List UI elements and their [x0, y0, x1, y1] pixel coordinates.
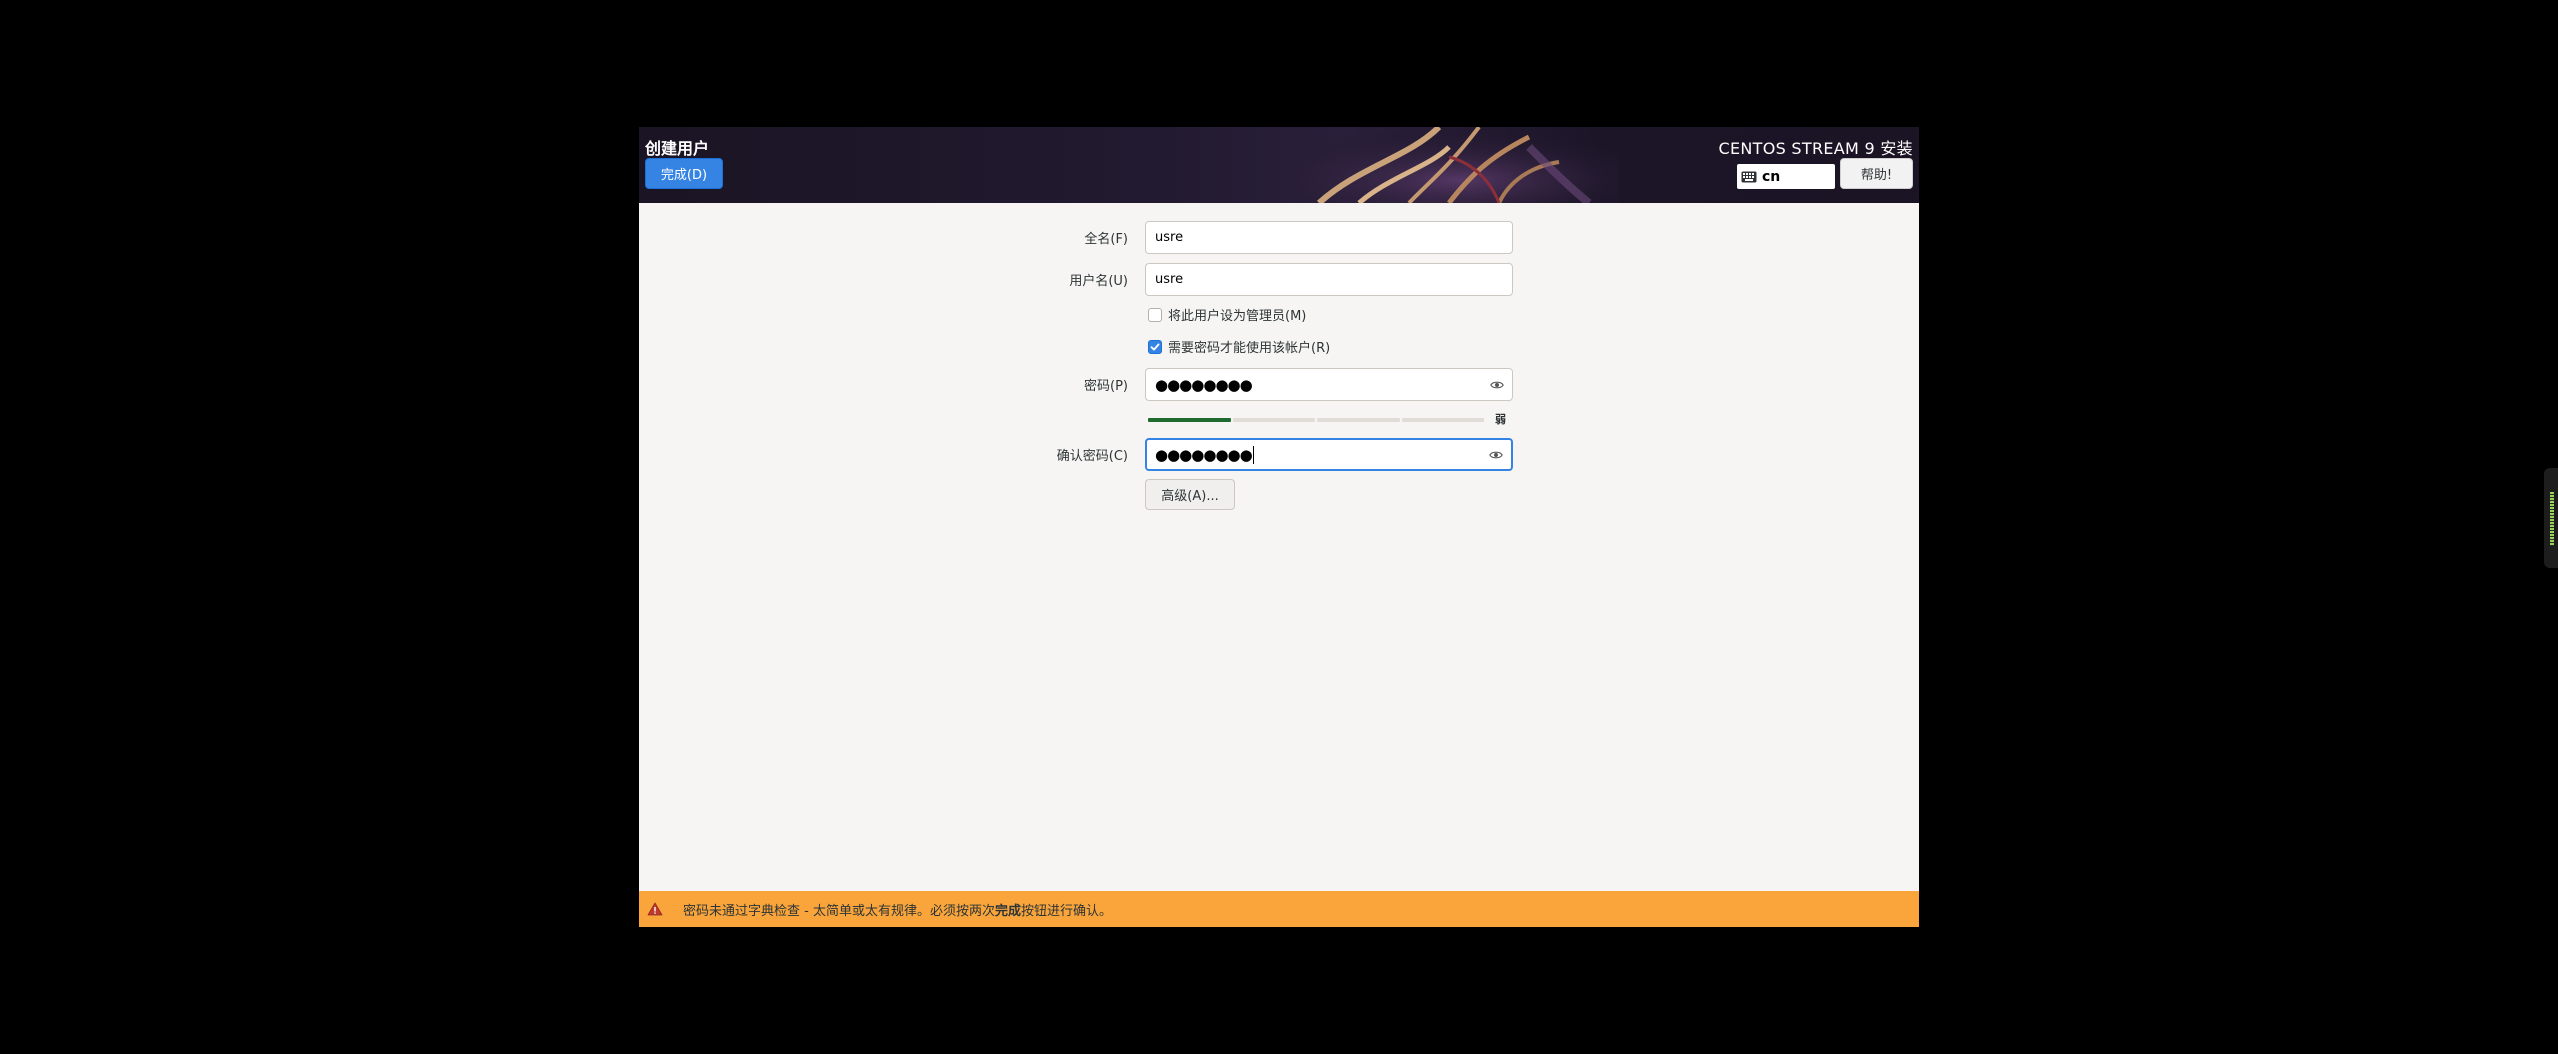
admin-checkbox-row[interactable]: 将此用户设为管理员(M)	[1148, 305, 1306, 324]
password-strength-label: 弱	[1495, 413, 1506, 426]
password-field[interactable]: ●●●●●●●●	[1145, 368, 1513, 401]
admin-checkbox-label: 将此用户设为管理员(M)	[1168, 309, 1307, 324]
confirm-password-label: 确认密码(C)	[1056, 449, 1128, 464]
username-label: 用户名(U)	[1069, 274, 1128, 289]
level-meter-icon	[2550, 492, 2554, 546]
eye-icon[interactable]	[1489, 450, 1503, 460]
password-strength-meter	[1148, 418, 1484, 422]
checkmark-icon	[1150, 343, 1160, 350]
strength-segment	[1401, 418, 1484, 422]
require-password-checkbox-row[interactable]: 需要密码才能使用该帐户(R)	[1148, 337, 1330, 356]
warning-bar: 密码未通过字典检查 - 太简单或太有规律。必须按两次完成按钮进行确认。	[639, 891, 1919, 927]
keyboard-layout-label: cn	[1762, 168, 1781, 185]
require-password-checkbox[interactable]	[1148, 339, 1162, 354]
strength-segment	[1232, 418, 1315, 422]
advanced-button[interactable]: 高级(A)...	[1145, 479, 1235, 510]
header-bar: 创建用户 完成(D) CENTOS STREAM 9 安装 cn 帮助!	[639, 127, 1919, 203]
help-button[interactable]: 帮助!	[1840, 158, 1913, 189]
warning-text-part: 密码未通过字典检查 - 太简单或太有规律。必须按两次	[683, 903, 995, 919]
keyboard-layout-indicator[interactable]: cn	[1737, 164, 1835, 189]
create-user-window: 创建用户 完成(D) CENTOS STREAM 9 安装 cn 帮助! 全名(…	[639, 127, 1919, 927]
confirm-password-field[interactable]: ●●●●●●●●	[1145, 438, 1513, 471]
side-panel-handle[interactable]	[2544, 468, 2558, 568]
warning-text-bold: 完成	[994, 903, 1021, 919]
done-button[interactable]: 完成(D)	[645, 158, 723, 189]
admin-checkbox[interactable]	[1148, 307, 1162, 322]
page-title: 创建用户	[645, 139, 710, 158]
strength-segment	[1317, 418, 1400, 422]
warning-message: 密码未通过字典检查 - 太简单或太有规律。必须按两次完成按钮进行确认。	[683, 900, 1112, 919]
product-title: CENTOS STREAM 9 安装	[1718, 139, 1913, 158]
require-password-label: 需要密码才能使用该帐户(R)	[1168, 341, 1331, 356]
password-value: ●●●●●●●●	[1155, 375, 1253, 394]
fullname-label: 全名(F)	[1084, 232, 1128, 247]
strength-segment	[1148, 418, 1231, 422]
keyboard-icon	[1741, 171, 1757, 182]
fullname-value: usre	[1155, 230, 1184, 245]
password-label: 密码(P)	[1084, 379, 1128, 394]
username-field[interactable]: usre	[1145, 263, 1513, 296]
eye-icon[interactable]	[1490, 380, 1504, 390]
header-artwork	[1299, 127, 1619, 203]
warning-text-part: 按钮进行确认。	[1020, 903, 1112, 919]
fullname-field[interactable]: usre	[1145, 221, 1513, 254]
username-value: usre	[1155, 272, 1184, 287]
confirm-password-value: ●●●●●●●●	[1155, 445, 1253, 464]
text-caret	[1252, 445, 1254, 464]
warning-icon	[647, 902, 663, 916]
